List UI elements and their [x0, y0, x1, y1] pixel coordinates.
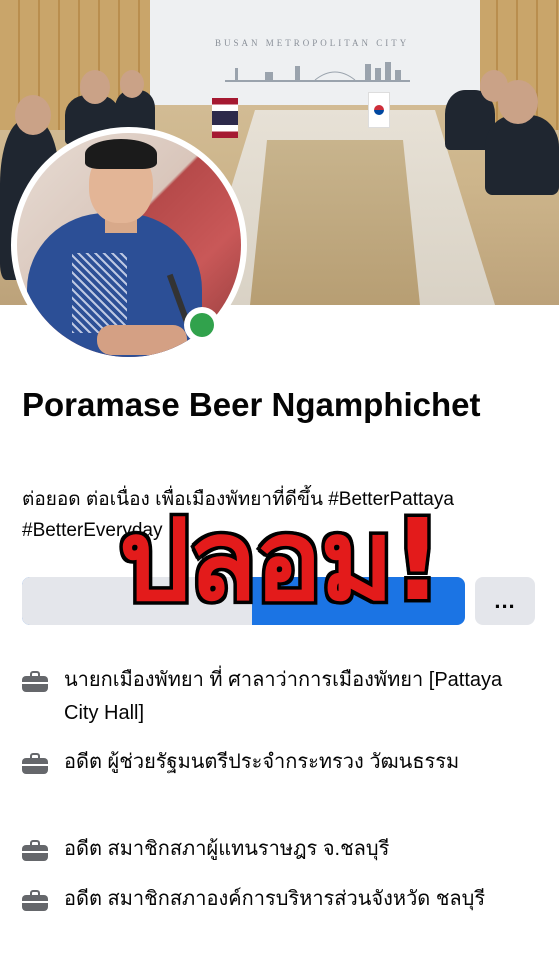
person-head [498, 80, 538, 124]
more-options-button[interactable]: ... [475, 577, 535, 625]
briefcase-icon [22, 839, 48, 861]
work-item-text: อดีต ผู้ช่วยรัฐมนตรีประจำกระทรวง วัฒนธรร… [64, 751, 460, 773]
avatar-hair [85, 139, 157, 169]
avatar-shirt-pattern [72, 253, 127, 333]
briefcase-icon [22, 752, 48, 774]
briefcase-icon [22, 889, 48, 911]
meeting-table-center [250, 140, 420, 305]
work-item: อดีต ผู้ช่วยรัฐมนตรีประจำกระทรวง วัฒนธรร… [22, 746, 542, 779]
work-item-text: อดีต สมาชิกสภาองค์การบริหารส่วนจังหวัด ช… [64, 888, 486, 910]
work-item: นายกเมืองพัทยา ที่ ศาลาว่าการเมืองพัทยา … [22, 664, 542, 730]
skyline-graphic [225, 62, 410, 82]
avatar-hands [97, 325, 187, 355]
work-item-text: นายกเมืองพัทยา ที่ ศาลาว่าการเมืองพัทยา … [64, 669, 503, 724]
fake-warning-stamp: ปลอม! [116, 493, 447, 630]
briefcase-icon [22, 670, 48, 692]
person-head [80, 70, 110, 104]
thai-flag-icon [212, 98, 238, 138]
work-item: อดีต สมาชิกสภาผู้แทนราษฎร จ.ชลบุรี [22, 833, 542, 866]
person-head [120, 70, 144, 98]
person-figure [485, 115, 559, 195]
work-item: อดีต สมาชิกสภาองค์การบริหารส่วนจังหวัด ช… [22, 883, 542, 916]
profile-name: Poramase Beer Ngamphichet [22, 386, 481, 423]
cover-wall-caption: BUSAN METROPOLITAN CITY [215, 38, 410, 48]
online-status-icon [190, 313, 214, 337]
korean-flag-icon [368, 92, 390, 128]
person-head [15, 95, 51, 135]
work-item-text: อดีต สมาชิกสภาผู้แทนราษฎร จ.ชลบุรี [64, 838, 390, 860]
